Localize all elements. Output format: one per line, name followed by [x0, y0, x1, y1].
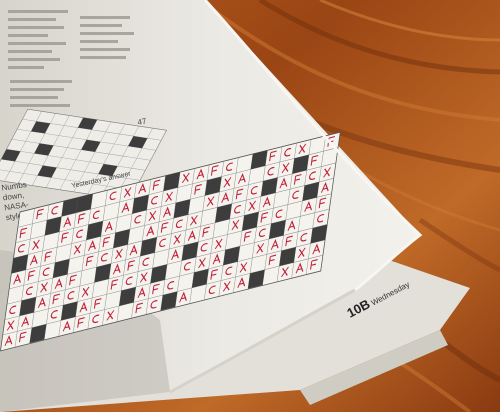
- photo-scene: 10B Wednesday 47 Yesterday's answer Numb…: [0, 0, 500, 412]
- photo-canvas: 10B Wednesday 47 Yesterday's answer Numb…: [0, 0, 500, 412]
